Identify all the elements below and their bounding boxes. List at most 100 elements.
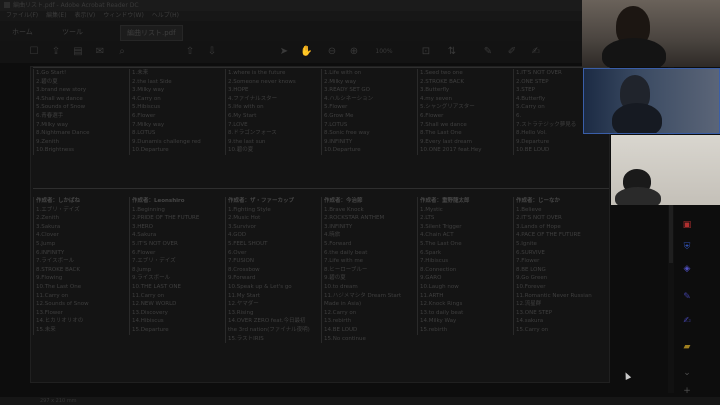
column-header: 作成者：しかばね [36,198,81,204]
list-item: 2.Milky way [324,78,357,85]
save-icon[interactable]: ☐ [28,46,40,58]
list-item: 14.sakura [516,318,544,325]
list-item: 1.Beginning [132,206,165,213]
list-item: 11.Carry on [132,292,165,299]
list-item: 3.Sakura [36,223,61,230]
scroll-mode-icon[interactable]: ⇅ [446,46,458,58]
list-item: 11.Carry on [36,292,69,299]
list-item: 4.Shall we dance [36,95,83,102]
table-border-top [33,67,609,68]
fit-icon[interactable]: ⊡ [420,46,432,58]
list-item: 4.Chain ACT [420,232,454,239]
zoom-in-icon[interactable]: ⊕ [348,46,360,58]
list-item: 4.暁旅 [324,232,341,239]
arrangement-table: 1.Go Start! 2.碧の夏 3.brand new story 4.Sh… [33,67,609,381]
list-item: 1.Brave Knock [324,206,364,213]
list-item: 12.NEW WORLD [132,301,177,308]
list-item: 9.GARO [420,275,442,282]
more-tools-icon[interactable]: ▰ [682,342,692,352]
tab-tools[interactable]: ツール [56,25,89,39]
menu-file[interactable]: ファイル(F) [6,12,38,19]
comment-icon[interactable]: ✎ [482,46,494,58]
list-item: 7.LOVE [228,121,248,128]
list-item: 6.Spark [420,249,442,256]
comment-tool-icon[interactable]: ✎ [682,292,692,302]
list-item: 2.the last Side [132,78,172,85]
list-item: 9.Departure [516,138,550,145]
tab-home[interactable]: ホーム [6,25,39,39]
sign-icon[interactable]: ✍ [530,46,542,58]
list-item: 2.STROKE BACK [420,78,464,85]
list-item: 7.Milky way [132,121,165,128]
zoom-level[interactable]: 100% [372,46,396,58]
menu-window[interactable]: ウィンドウ(W) [103,12,144,19]
list-item: 2.ROCKSTAR ANTHEM [324,215,385,222]
list-item: 10.BE LOUD [516,147,550,154]
list-item: 5.Ignite [516,240,537,247]
hand-icon[interactable]: ✋ [300,46,312,58]
bottom-column-6: 作成者：じーなか 1.Believe 2.IT'S NOT OVER 3.Lan… [513,197,609,335]
page-up-icon[interactable]: ⇧ [184,46,196,58]
list-item: 3.READY SET GO [324,87,371,94]
list-item: 8.Sonic free way [324,130,370,137]
column-header: 作成者：今治節 [324,198,363,204]
list-item: 3.Milky way [132,87,165,94]
list-item: 3.HOPE [228,87,249,94]
list-item: 15.Carry on [516,326,549,333]
list-item: 4.Carry on [132,95,161,102]
video-feed-participant-2 [583,68,720,134]
list-item: 5.Sounds of Snow [36,104,86,111]
top-column-4: 1.Life with on 2.Milky way 3.READY SET G… [321,69,417,155]
list-item: 7.Milky way [36,121,69,128]
menu-edit[interactable]: 編集(E) [46,12,66,19]
participant-body [615,187,661,205]
list-item: 6.青春選手 [36,112,64,119]
list-item: 13.ONE STEP [516,309,553,316]
mail-icon[interactable]: ✉ [94,46,106,58]
scrollbar-thumb[interactable] [669,203,673,263]
print-icon[interactable]: ▤ [72,46,84,58]
menu-view[interactable]: 表示(V) [74,12,95,19]
list-item: 7.FUSION [228,258,254,265]
list-item: 5.IT'S NOT OVER [132,240,178,247]
list-item: 5.シャングリアスター [420,104,475,111]
list-item: 8.LOTUS [132,130,156,137]
zoom-out-icon[interactable]: ⊖ [326,46,338,58]
list-item: 8.Connection [420,266,457,273]
list-item: 15.ラストIRIS [228,335,264,342]
list-item: 11.ARTH [420,292,444,299]
search-icon[interactable]: ⌕ [116,46,128,58]
list-item: 1.未来 [132,70,149,76]
list-item: 13.rebirth [324,318,352,325]
list-item: 4.Clover [36,232,59,239]
organize-pages-icon[interactable]: ◈ [682,264,692,274]
top-column-5: 1.Seed two one 2.STROKE BACK 3.Butterfly… [417,69,513,155]
list-item: 9.Zenith [36,138,60,145]
list-item: 10.ONE 2017 feat.Hey [420,147,482,154]
tab-document[interactable]: 編曲リスト.pdf [120,25,183,41]
list-item: 8.Crossbow [228,266,260,273]
page-down-icon[interactable]: ⇩ [206,46,218,58]
pen-icon[interactable]: ✐ [506,46,518,58]
bottom-column-4: 作成者：今治節 1.Brave Knock 2.ROCKSTAR ANTHEM … [321,197,417,344]
list-item: 3.Survivor [228,223,257,230]
menu-help[interactable]: ヘルプ(H) [152,12,179,19]
list-item: 6.INFINITY [36,249,65,256]
list-item: 5.Flower [324,104,348,111]
fill-sign-icon[interactable]: ✍ [682,316,692,326]
window-title: 編曲リスト.pdf - Adobe Acrobat Reader DC [13,2,139,9]
list-item: 11.ハジメマシタ Dream Start [324,292,402,299]
list-item: 3.HERO [132,223,154,230]
list-item: 3.brand new story [36,87,87,94]
protect-icon[interactable]: ⛨ [682,242,692,252]
page-size-label: 297 x 210 mm [40,398,77,404]
list-item: 10.to dream [324,283,358,290]
bottom-column-3: 作成者：ザ・ファーカップ 1.Fighting Style 2.Music Ho… [225,197,321,344]
add-tool-icon[interactable]: + [682,386,692,396]
export-pdf-icon[interactable]: ▣ [682,220,692,230]
list-item: 4.GOD [228,232,247,239]
cursor-icon[interactable]: ➤ [278,46,290,58]
chevron-down-icon[interactable]: ⌄ [682,368,692,378]
upload-icon[interactable]: ⇪ [50,46,62,58]
list-item: 13.Rising [228,309,254,316]
